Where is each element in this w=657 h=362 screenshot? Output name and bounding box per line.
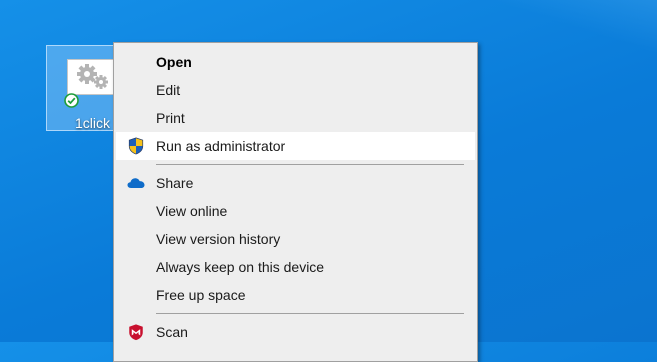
menu-item-print[interactable]: Print: [116, 104, 475, 132]
menu-item-label: Run as administrator: [156, 138, 286, 154]
context-menu: Open Edit Print Run as administrator Sha…: [113, 42, 478, 362]
wallpaper-light-ray: [466, 0, 657, 85]
menu-item-view-version-history[interactable]: View version history: [116, 225, 475, 253]
menu-item-view-online[interactable]: View online: [116, 197, 475, 225]
menu-item-label: Open: [156, 54, 192, 70]
menu-separator: [156, 164, 464, 165]
settings-file-icon: [67, 59, 117, 95]
onedrive-cloud-icon: [127, 178, 145, 188]
menu-item-label: Edit: [156, 82, 181, 98]
menu-item-open[interactable]: Open: [116, 48, 475, 76]
menu-item-free-up-space[interactable]: Free up space: [116, 281, 475, 309]
sync-status-check-icon: [64, 93, 79, 108]
uac-shield-icon: [128, 137, 144, 155]
menu-item-label: Always keep on this device: [156, 259, 325, 275]
menu-item-run-as-administrator[interactable]: Run as administrator: [116, 132, 475, 160]
menu-item-label: View version history: [156, 231, 281, 247]
mcafee-icon: [129, 324, 143, 341]
menu-item-edit[interactable]: Edit: [116, 76, 475, 104]
menu-separator: [156, 313, 464, 314]
menu-item-label: Print: [156, 110, 185, 126]
desktop-icon-1click[interactable]: 1click: [46, 45, 118, 131]
menu-item-always-keep-on-device[interactable]: Always keep on this device: [116, 253, 475, 281]
menu-item-label: Share: [156, 175, 194, 191]
menu-item-share[interactable]: Share: [116, 169, 475, 197]
menu-item-label: View online: [156, 203, 228, 219]
menu-item-label: Free up space: [156, 287, 246, 303]
desktop-icon-label: 1click: [75, 115, 111, 131]
